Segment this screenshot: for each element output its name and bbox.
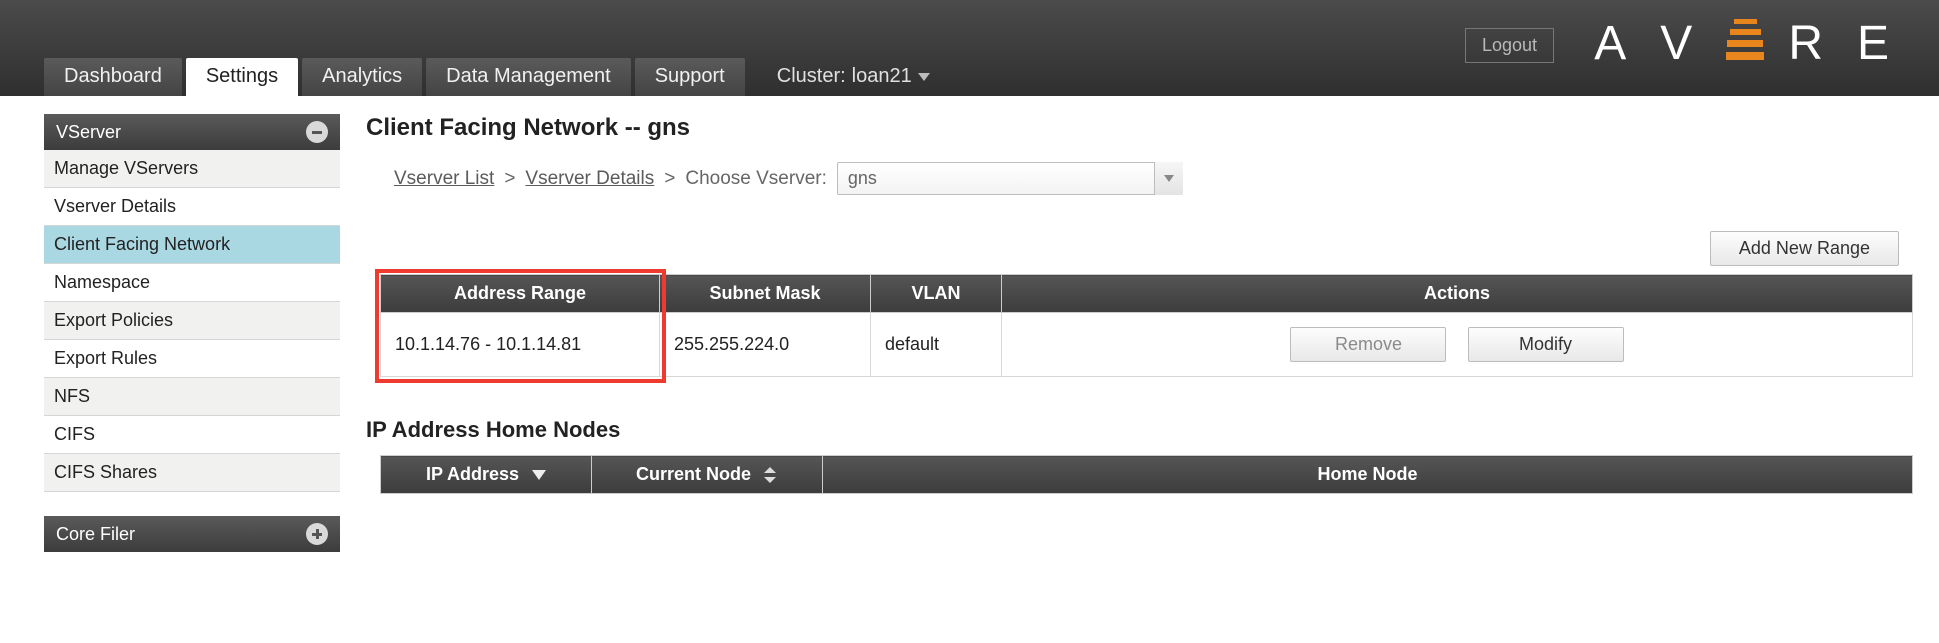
sidebar-item-manage-vservers[interactable]: Manage VServers (44, 150, 340, 188)
col-vlan: VLAN (871, 275, 1002, 313)
sort-both-icon (764, 467, 778, 483)
home-nodes-title: IP Address Home Nodes (366, 417, 1909, 443)
tab-data-management[interactable]: Data Management (426, 58, 631, 96)
ranges-table-wrap: Address Range Subnet Mask VLAN Actions 1… (366, 274, 1909, 377)
col-current-node-label: Current Node (636, 464, 751, 484)
cell-address-range: 10.1.14.76 - 10.1.14.81 (381, 313, 660, 377)
add-new-range-button[interactable]: Add New Range (1710, 231, 1899, 266)
col-home-node-label: Home Node (1317, 464, 1417, 484)
chevron-down-icon (918, 73, 930, 81)
cell-subnet-mask: 255.255.224.0 (660, 313, 871, 377)
sidebar-item-namespace[interactable]: Namespace (44, 264, 340, 302)
modify-button[interactable]: Modify (1468, 327, 1624, 362)
vserver-select[interactable]: gns (837, 162, 1183, 195)
tab-dashboard[interactable]: Dashboard (44, 58, 182, 96)
breadcrumb-separator: > (664, 168, 675, 190)
chevron-down-icon (1164, 175, 1174, 182)
col-current-node[interactable]: Current Node (592, 456, 823, 494)
col-ip-address[interactable]: IP Address (381, 456, 592, 494)
sidebar-group-vserver: VServer Manage VServers Vserver Details … (44, 114, 340, 492)
sidebar: VServer Manage VServers Vserver Details … (44, 114, 340, 576)
sidebar-group-title: Core Filer (56, 524, 135, 545)
col-ip-address-label: IP Address (426, 464, 519, 484)
vserver-select-value: gns (837, 162, 1183, 195)
page-title: Client Facing Network -- gns (366, 114, 1909, 142)
tab-support[interactable]: Support (635, 58, 745, 96)
col-subnet-mask: Subnet Mask (660, 275, 871, 313)
table-row: 10.1.14.76 - 10.1.14.81 255.255.224.0 de… (381, 313, 1913, 377)
main-panel: Client Facing Network -- gns Vserver Lis… (366, 114, 1909, 494)
col-actions: Actions (1002, 275, 1913, 313)
breadcrumb-separator: > (504, 168, 515, 190)
col-address-range: Address Range (381, 275, 660, 313)
remove-button[interactable]: Remove (1290, 327, 1446, 362)
cluster-prefix: Cluster: (777, 65, 846, 88)
cell-actions: Remove Modify (1002, 313, 1913, 377)
sort-desc-icon (532, 470, 546, 480)
content-area: VServer Manage VServers Vserver Details … (0, 96, 1939, 576)
sidebar-item-nfs[interactable]: NFS (44, 378, 340, 416)
logo-bars-icon (1726, 19, 1764, 60)
expand-icon (306, 523, 328, 545)
sidebar-item-cifs[interactable]: CIFS (44, 416, 340, 454)
breadcrumb-link-vserver-list[interactable]: Vserver List (394, 168, 494, 190)
tab-settings[interactable]: Settings (186, 58, 298, 96)
logout-button[interactable]: Logout (1465, 28, 1554, 63)
address-ranges-table: Address Range Subnet Mask VLAN Actions 1… (380, 274, 1913, 377)
sidebar-group-header-core-filer[interactable]: Core Filer (44, 516, 340, 552)
logo-letter: A (1594, 16, 1636, 71)
sidebar-item-export-policies[interactable]: Export Policies (44, 302, 340, 340)
cell-vlan: default (871, 313, 1002, 377)
top-bar: Logout A V R E Dashboard Settings Analyt… (0, 0, 1939, 96)
cluster-selector[interactable]: Cluster: loan21 (777, 65, 930, 96)
sidebar-group-header-vserver[interactable]: VServer (44, 114, 340, 150)
choose-vserver-label: Choose Vserver: (685, 168, 827, 190)
col-home-node[interactable]: Home Node (823, 456, 1913, 494)
breadcrumb: Vserver List > Vserver Details > Choose … (394, 162, 1909, 195)
sidebar-item-cifs-shares[interactable]: CIFS Shares (44, 454, 340, 492)
logo-letter: E (1857, 16, 1899, 71)
sidebar-item-client-facing-network[interactable]: Client Facing Network (44, 226, 340, 264)
main-nav: Dashboard Settings Analytics Data Manage… (44, 58, 930, 96)
logo-letter: V (1660, 16, 1702, 71)
brand-logo: A V R E (1594, 16, 1899, 71)
sidebar-group-core-filer: Core Filer (44, 516, 340, 552)
sidebar-item-export-rules[interactable]: Export Rules (44, 340, 340, 378)
breadcrumb-link-vserver-details[interactable]: Vserver Details (525, 168, 654, 190)
cluster-name: loan21 (852, 65, 912, 88)
tab-analytics[interactable]: Analytics (302, 58, 422, 96)
sidebar-group-title: VServer (56, 122, 121, 143)
sidebar-item-vserver-details[interactable]: Vserver Details (44, 188, 340, 226)
ranges-toolbar: Add New Range (366, 231, 1909, 266)
dropdown-button[interactable] (1154, 162, 1183, 195)
logo-letter: R (1788, 16, 1833, 71)
home-nodes-table: IP Address Current Node Home Node (380, 455, 1913, 494)
collapse-icon (306, 121, 328, 143)
